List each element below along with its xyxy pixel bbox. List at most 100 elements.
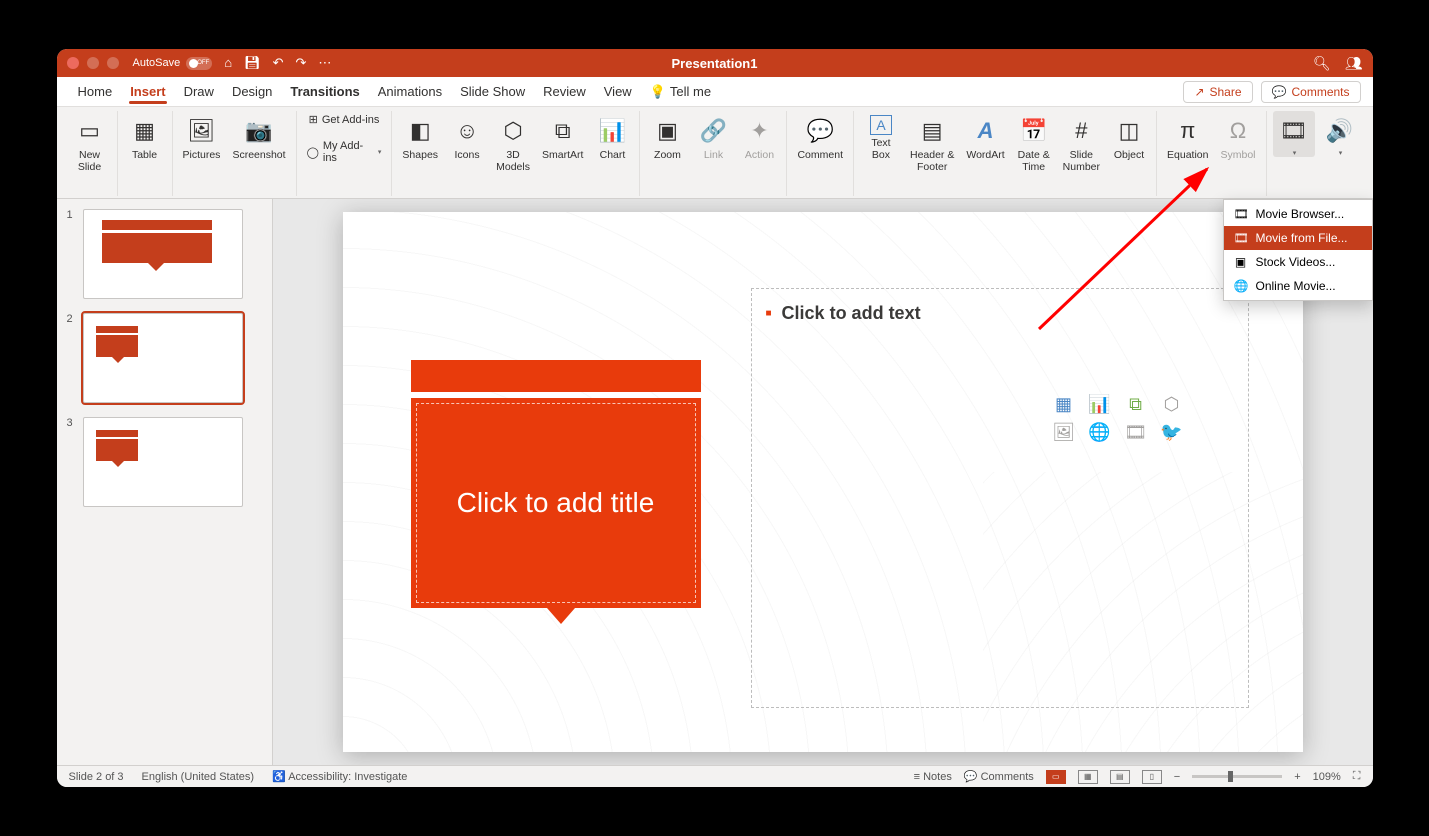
video-button[interactable]: 🎞▾ bbox=[1273, 111, 1315, 157]
insert-chart-icon[interactable]: 📊 bbox=[1086, 393, 1114, 415]
thumbnail-3[interactable] bbox=[83, 417, 243, 507]
action-icon: ✦ bbox=[750, 115, 768, 147]
header-icon: ▤ bbox=[922, 115, 943, 147]
app-window: AutoSave ⌂ 💾︎ ↶ ↷ ⋯ Presentation1 🔍︎ 👥︎ … bbox=[57, 49, 1373, 787]
sorter-view-icon[interactable]: ▦ bbox=[1078, 770, 1098, 784]
action-button: ✦Action bbox=[738, 111, 780, 161]
wordart-button[interactable]: AWordArt bbox=[962, 111, 1008, 161]
redo-icon[interactable]: ↷ bbox=[295, 55, 306, 71]
tab-transitions[interactable]: Transitions bbox=[281, 77, 368, 106]
screenshot-icon: 📷 bbox=[245, 115, 272, 147]
language-indicator[interactable]: English (United States) bbox=[142, 771, 255, 783]
tab-home[interactable]: Home bbox=[69, 77, 122, 106]
autosave-switch[interactable] bbox=[186, 57, 212, 70]
comments-pane-button[interactable]: 💬 Comments bbox=[964, 770, 1034, 783]
title-placeholder[interactable]: Click to add title bbox=[411, 398, 701, 608]
audio-button[interactable]: 🔊▾ bbox=[1319, 111, 1361, 157]
slide-number-button[interactable]: #Slide Number bbox=[1059, 111, 1104, 173]
share-button[interactable]: ↗ Share bbox=[1183, 81, 1252, 103]
pictures-button[interactable]: 🖼Pictures bbox=[179, 111, 225, 161]
normal-view-icon[interactable]: ▭ bbox=[1046, 770, 1066, 784]
smartart-button[interactable]: ⧉SmartArt bbox=[538, 111, 587, 161]
tab-draw[interactable]: Draw bbox=[175, 77, 223, 106]
textbox-button[interactable]: AText Box bbox=[860, 111, 902, 161]
zoom-in-button[interactable]: + bbox=[1294, 771, 1300, 783]
comments-button[interactable]: 💬 Comments bbox=[1261, 81, 1361, 103]
slide-indicator[interactable]: Slide 2 of 3 bbox=[69, 771, 124, 783]
tab-animations[interactable]: Animations bbox=[369, 77, 451, 106]
insert-video-icon[interactable]: 🎞 bbox=[1122, 421, 1150, 443]
more-icon[interactable]: ⋯ bbox=[318, 55, 331, 71]
hash-icon: # bbox=[1075, 115, 1087, 147]
home-icon[interactable]: ⌂ bbox=[224, 55, 232, 71]
zoom-button[interactable]: ▣Zoom bbox=[646, 111, 688, 161]
tab-insert[interactable]: Insert bbox=[121, 77, 174, 106]
online-movie-item[interactable]: 🌐Online Movie... bbox=[1224, 274, 1372, 298]
table-button[interactable]: ▦Table bbox=[124, 111, 166, 161]
shapes-icon: ◧ bbox=[410, 115, 431, 147]
pictures-icon: 🖼 bbox=[188, 115, 216, 147]
symbol-icon: Ω bbox=[1230, 115, 1246, 147]
screenshot-button[interactable]: 📷Screenshot bbox=[228, 111, 289, 161]
thumb-number: 3 bbox=[67, 417, 77, 507]
reading-view-icon[interactable]: ▤ bbox=[1110, 770, 1130, 784]
notes-button[interactable]: ≡ Notes bbox=[914, 771, 952, 783]
account-icon[interactable]: 👥︎ bbox=[1345, 55, 1363, 72]
date-time-button[interactable]: 📅Date & Time bbox=[1013, 111, 1055, 173]
tab-view[interactable]: View bbox=[595, 77, 641, 106]
thumbnail-1[interactable] bbox=[83, 209, 243, 299]
comment-button[interactable]: 💬Comment bbox=[793, 111, 847, 161]
insert-picture-icon[interactable]: 🖼 bbox=[1050, 421, 1078, 443]
insert-3d-icon[interactable]: ⬡ bbox=[1158, 393, 1186, 415]
search-icon[interactable]: 🔍︎ bbox=[1313, 55, 1331, 72]
insert-icon-icon[interactable]: 🐦 bbox=[1158, 421, 1186, 443]
undo-icon[interactable]: ↶ bbox=[273, 55, 284, 71]
equation-button[interactable]: πEquation bbox=[1163, 111, 1212, 161]
slide-canvas-area: Click to add title Click to add text ▦ 📊… bbox=[273, 199, 1373, 765]
slideshow-view-icon[interactable]: ▯ bbox=[1142, 770, 1162, 784]
minimize-window-icon[interactable] bbox=[87, 57, 99, 69]
video-icon: 🎞 bbox=[1280, 115, 1308, 147]
chart-button[interactable]: 📊Chart bbox=[591, 111, 633, 161]
insert-table-icon[interactable]: ▦ bbox=[1050, 393, 1078, 415]
header-footer-button[interactable]: ▤Header & Footer bbox=[906, 111, 958, 173]
save-icon[interactable]: 💾︎ bbox=[244, 55, 261, 71]
audio-icon: 🔊 bbox=[1326, 115, 1353, 147]
tab-design[interactable]: Design bbox=[223, 77, 281, 106]
icons-button[interactable]: ☺Icons bbox=[446, 111, 488, 161]
slide-canvas[interactable]: Click to add title Click to add text ▦ 📊… bbox=[343, 212, 1303, 752]
autosave-label: AutoSave bbox=[133, 57, 181, 69]
object-icon: ◫ bbox=[1119, 115, 1140, 147]
thumbnail-2[interactable] bbox=[83, 313, 243, 403]
movie-from-file-item[interactable]: 🎞Movie from File... bbox=[1224, 226, 1372, 250]
callout-tail bbox=[547, 608, 575, 624]
textbox-icon: A bbox=[870, 115, 892, 135]
zoom-level[interactable]: 109% bbox=[1313, 771, 1341, 783]
insert-online-picture-icon[interactable]: 🌐 bbox=[1086, 421, 1114, 443]
insert-smartart-icon[interactable]: ⧉ bbox=[1122, 393, 1150, 415]
3d-models-button[interactable]: ⬡3D Models bbox=[492, 111, 534, 173]
get-addins-button[interactable]: ⊞Get Add-ins bbox=[305, 111, 384, 128]
movie-browser-item[interactable]: 🎞Movie Browser... bbox=[1224, 202, 1372, 226]
body-placeholder-text: Click to add text bbox=[766, 303, 1234, 324]
fit-to-window-icon[interactable]: ⛶ bbox=[1353, 770, 1361, 783]
close-window-icon[interactable] bbox=[67, 57, 79, 69]
autosave-toggle[interactable]: AutoSave bbox=[133, 57, 213, 70]
tell-me[interactable]: 💡 Tell me bbox=[641, 77, 720, 106]
globe-icon: 🌐 bbox=[1234, 279, 1248, 293]
zoom-slider[interactable] bbox=[1192, 775, 1282, 778]
shapes-button[interactable]: ◧Shapes bbox=[398, 111, 442, 161]
film-icon: 🎞 bbox=[1234, 231, 1248, 245]
object-button[interactable]: ◫Object bbox=[1108, 111, 1150, 161]
my-addins-button[interactable]: ◯My Add-ins▾ bbox=[303, 138, 386, 166]
zoom-out-button[interactable]: − bbox=[1174, 771, 1180, 783]
new-slide-button[interactable]: ▭New Slide bbox=[69, 111, 111, 173]
accessibility-indicator[interactable]: ♿ Accessibility: Investigate bbox=[272, 770, 407, 783]
fullscreen-window-icon[interactable] bbox=[107, 57, 119, 69]
thumb-number: 2 bbox=[67, 313, 77, 403]
tab-review[interactable]: Review bbox=[534, 77, 595, 106]
placeholder-icons: ▦ 📊 ⧉ ⬡ 🖼 🌐 🎞 🐦 bbox=[1050, 393, 1188, 443]
content-placeholder[interactable]: Click to add text ▦ 📊 ⧉ ⬡ 🖼 🌐 🎞 🐦 bbox=[751, 288, 1249, 708]
stock-videos-item[interactable]: ▣Stock Videos... bbox=[1224, 250, 1372, 274]
tab-slideshow[interactable]: Slide Show bbox=[451, 77, 534, 106]
